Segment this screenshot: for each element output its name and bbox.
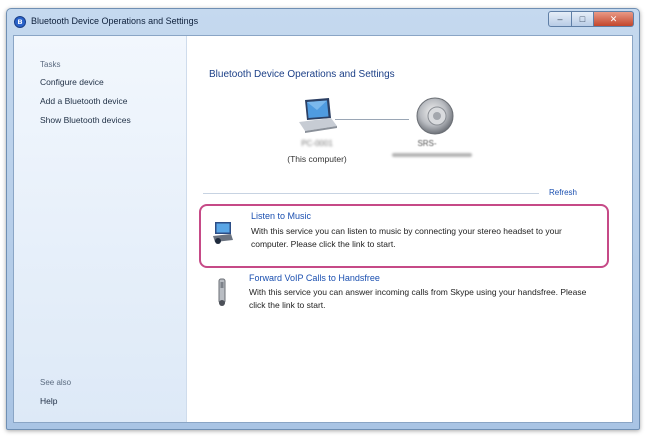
- computer-subtitle: (This computer): [287, 154, 347, 164]
- listen-to-music-description: With this service you can listen to musi…: [251, 226, 562, 249]
- add-bluetooth-device-link[interactable]: Add a Bluetooth device: [40, 96, 127, 106]
- service-forward-voip-calls[interactable]: Forward VoIP Calls to Handsfree With thi…: [199, 270, 609, 326]
- configure-device-link[interactable]: Configure device: [40, 77, 104, 87]
- device-address-blurred: [392, 153, 472, 157]
- help-link[interactable]: Help: [40, 396, 57, 406]
- minimize-button[interactable]: –: [548, 11, 572, 27]
- forward-voip-calls-description: With this service you can answer incomin…: [249, 287, 587, 310]
- laptop-icon: [299, 98, 337, 133]
- device-name: SRS-: [417, 139, 437, 148]
- window-title: Bluetooth Device Operations and Settings: [31, 16, 199, 26]
- title-bar[interactable]: ʙ Bluetooth Device Operations and Settin…: [7, 9, 639, 35]
- close-button[interactable]: ✕: [594, 11, 634, 27]
- music-service-icon: [213, 222, 233, 244]
- speaker-icon: [416, 97, 454, 135]
- app-window: ʙ Bluetooth Device Operations and Settin…: [6, 8, 640, 430]
- forward-voip-calls-link[interactable]: Forward VoIP Calls to Handsfree: [249, 273, 380, 283]
- tasks-heading: Tasks: [40, 60, 61, 69]
- window-controls: – □ ✕: [548, 11, 634, 27]
- service-listen-to-music[interactable]: Listen to Music With this service you ca…: [199, 204, 609, 268]
- handsfree-icon: [218, 278, 226, 306]
- computer-name: PC-0001: [301, 139, 333, 148]
- refresh-divider: [203, 193, 539, 194]
- listen-to-music-link[interactable]: Listen to Music: [251, 211, 311, 221]
- main-panel: Bluetooth Device Operations and Settings: [187, 36, 632, 422]
- connection-line: [335, 119, 409, 120]
- show-bluetooth-devices-link[interactable]: Show Bluetooth devices: [40, 115, 131, 125]
- page-title: Bluetooth Device Operations and Settings: [209, 69, 395, 80]
- bluetooth-icon: ʙ: [14, 16, 26, 28]
- client-area: Tasks Configure device Add a Bluetooth d…: [13, 35, 633, 423]
- see-also-heading: See also: [40, 378, 72, 387]
- maximize-button[interactable]: □: [572, 11, 594, 27]
- refresh-link[interactable]: Refresh: [549, 188, 577, 197]
- task-sidebar: Tasks Configure device Add a Bluetooth d…: [14, 36, 187, 422]
